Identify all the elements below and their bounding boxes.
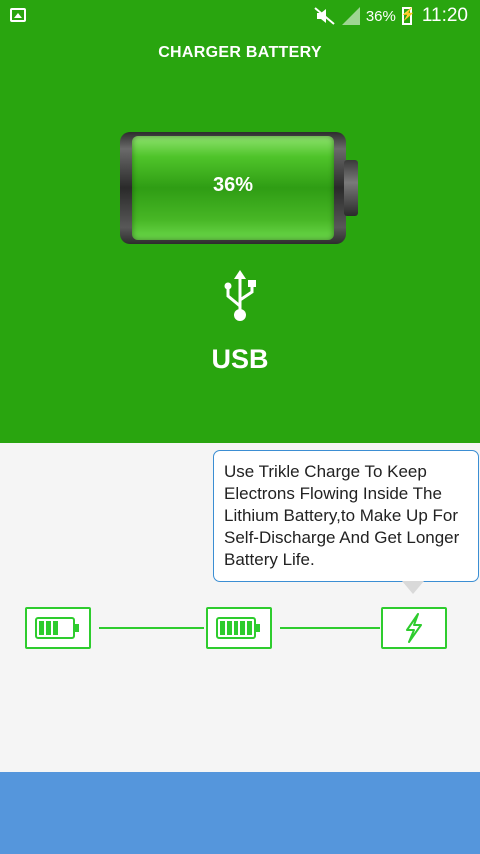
trickle-charge-tooltip: Use Trikle Charge To Keep Electrons Flow…	[213, 450, 479, 582]
battery-percent-label: 36%	[212, 174, 254, 196]
gallery-notification-icon	[10, 8, 26, 22]
usb-icon	[224, 270, 256, 321]
battery-percent-text: 36%	[365, 7, 396, 25]
signal-icon	[341, 7, 360, 25]
battery-partial-icon	[35, 617, 79, 639]
status-right: 36% 11:20	[314, 0, 468, 32]
battery-panel: CHARGER BATTERY 36% USB	[0, 32, 480, 443]
stage-fast-charge[interactable]	[25, 607, 91, 649]
mute-icon	[314, 7, 335, 25]
battery-full-icon	[216, 617, 260, 639]
stage-trickle-charge[interactable]	[381, 607, 447, 649]
stage-connector	[99, 627, 204, 629]
page-title: CHARGER BATTERY	[158, 44, 322, 61]
battery-body: 36%	[120, 132, 346, 244]
lightning-icon	[406, 613, 422, 643]
tooltip-pointer	[402, 581, 424, 594]
bottom-bar	[0, 772, 480, 854]
status-bar: 36% 11:20	[0, 0, 480, 32]
battery-charging-icon	[401, 7, 416, 25]
stage-full-charge[interactable]	[206, 607, 272, 649]
clock: 11:20	[421, 5, 468, 26]
stage-connector	[280, 627, 380, 629]
battery-graphic: 36%	[120, 132, 360, 244]
battery-terminal	[344, 160, 358, 216]
charge-source-label: USB	[211, 344, 269, 374]
